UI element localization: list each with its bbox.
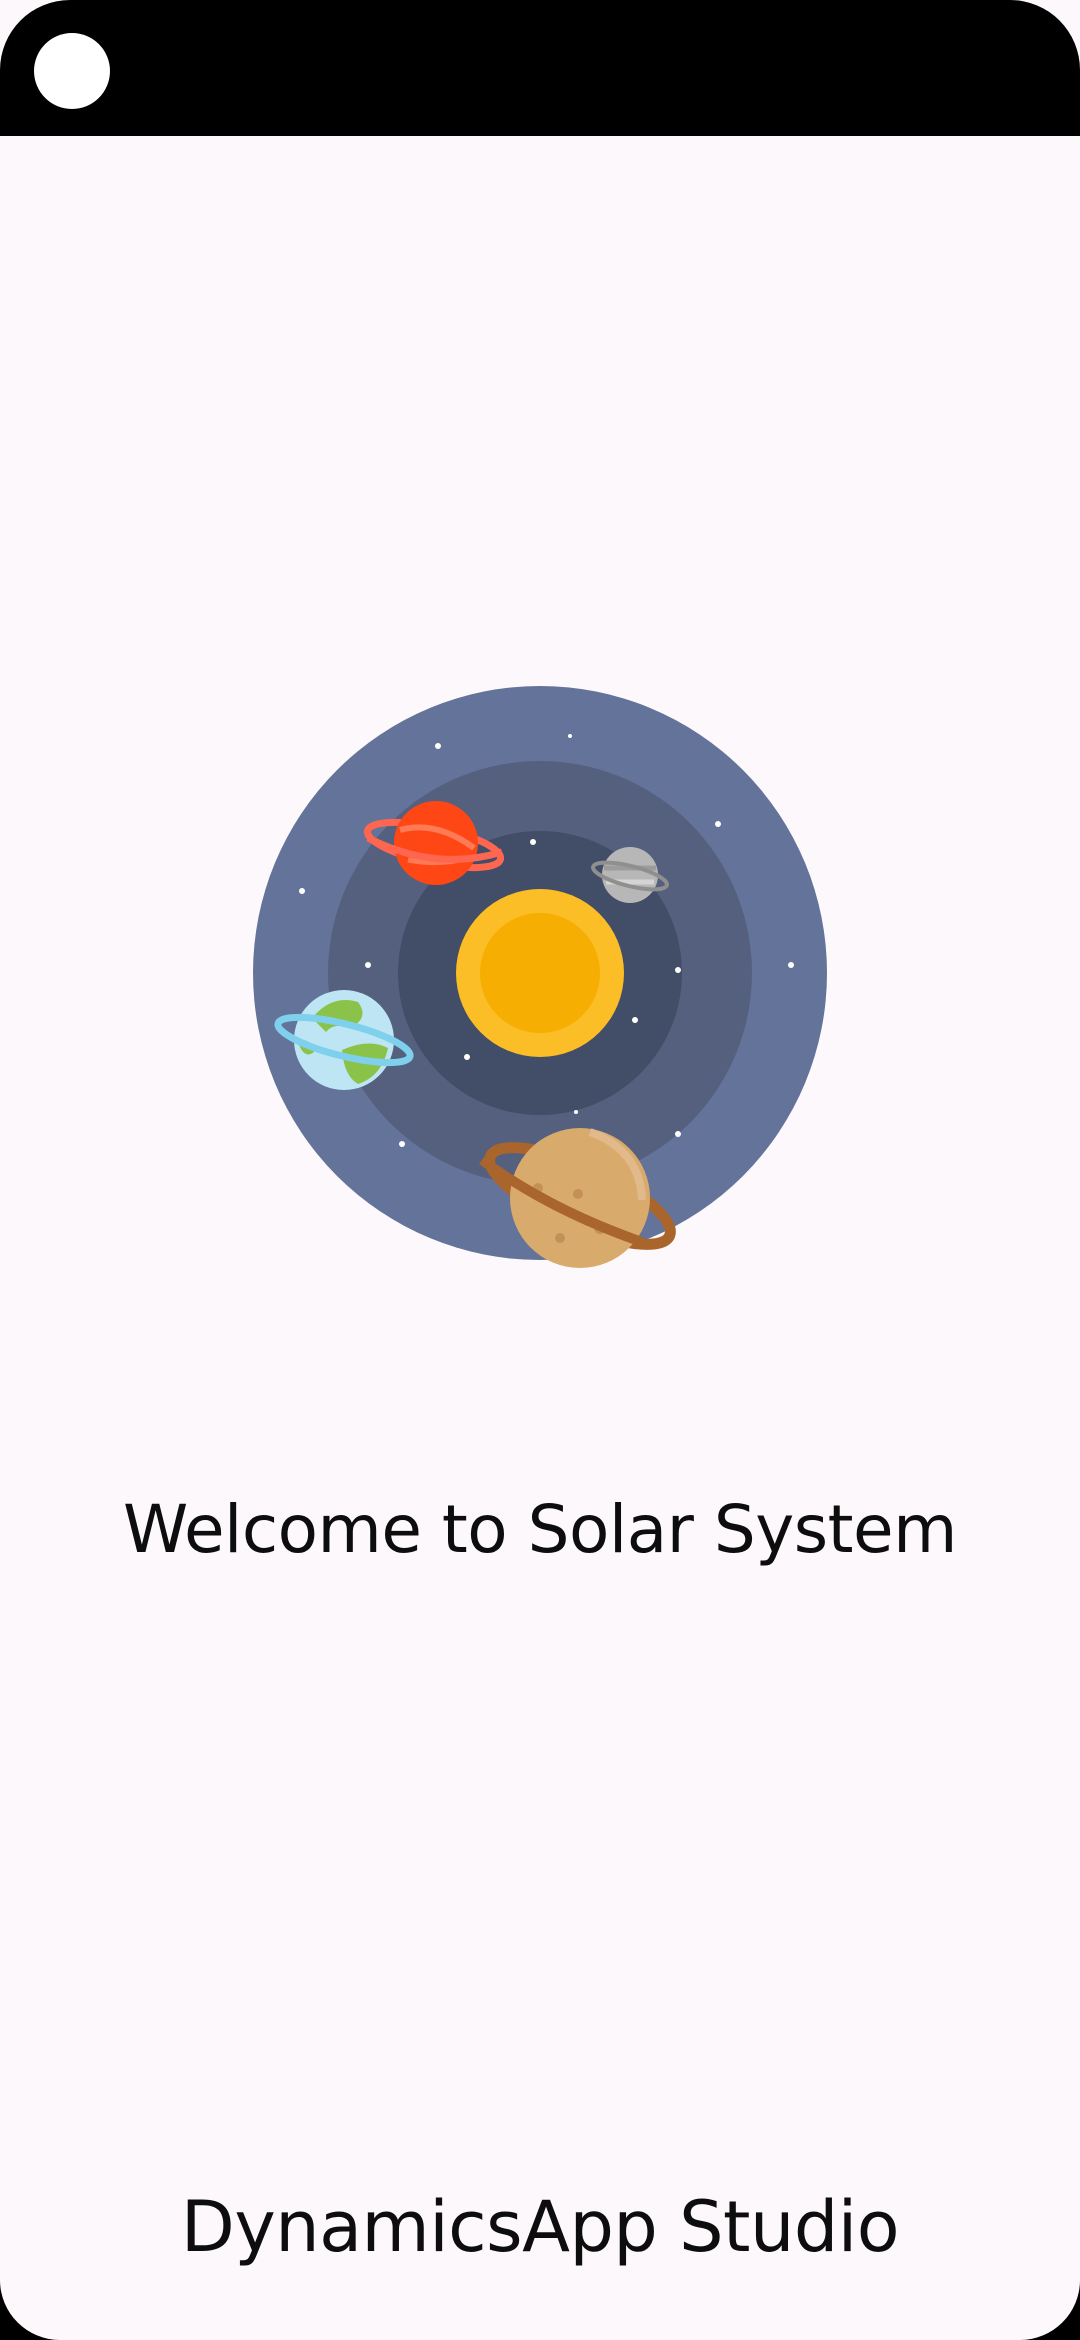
star [675, 1131, 681, 1137]
star [675, 967, 681, 973]
studio-brand-label: DynamicsApp Studio [180, 2186, 900, 2268]
star [530, 839, 536, 845]
star [464, 1054, 470, 1060]
star [365, 962, 371, 968]
star [574, 1110, 578, 1114]
splash-screen: Welcome to Solar System DynamicsApp Stud… [0, 0, 1080, 2340]
star [299, 888, 305, 894]
status-bar [0, 0, 1080, 136]
star [568, 734, 572, 738]
star [788, 962, 794, 968]
star [632, 1017, 638, 1023]
star [435, 743, 441, 749]
star [715, 821, 721, 827]
sun [456, 889, 624, 1057]
welcome-title: Welcome to Solar System [123, 1491, 957, 1568]
solar-system-illustration [253, 686, 827, 1268]
camera-cutout [34, 33, 110, 109]
star [399, 1141, 405, 1147]
